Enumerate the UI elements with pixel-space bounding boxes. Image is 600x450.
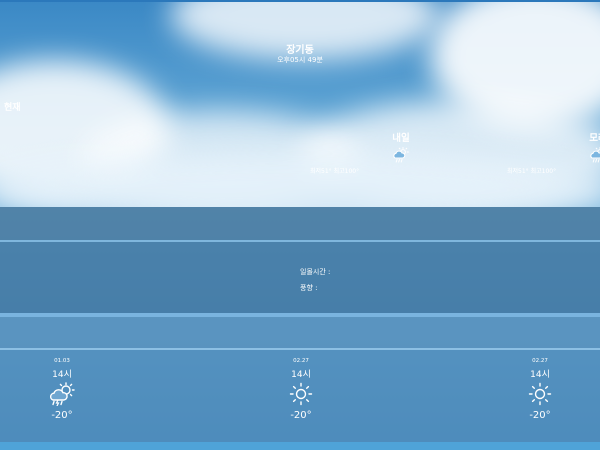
today-label: 현재: [4, 103, 21, 113]
forecast-range: 최저51° 최고100°: [507, 168, 557, 175]
info-band-middle: [0, 317, 600, 348]
hourly-hour: 14시: [52, 370, 72, 380]
forecast-range: 최저51° 최고100°: [310, 168, 360, 175]
hourly-hour: 14시: [291, 370, 311, 380]
cloud-rain-sun-icon: [393, 147, 409, 163]
forecast-tomorrow[interactable]: 내일 최저51° 최고100°: [310, 130, 419, 175]
sunset-time: 일몰시간 :: [300, 268, 331, 276]
info-band-top: [0, 207, 600, 240]
hourly-item[interactable]: 01.03 14시 -20°: [32, 358, 92, 421]
hourly-date: 01.03: [54, 358, 70, 364]
hourly-temp: -20°: [290, 410, 312, 421]
hourly-item[interactable]: 02.27 14시 -20°: [271, 358, 331, 421]
hourly-hour: 14시: [530, 370, 550, 380]
hourly-date: 02.27: [532, 358, 548, 364]
current-time: 오후05시 49분: [277, 56, 323, 64]
forecast-label: 모레: [589, 133, 600, 144]
thunderstorm-icon: [49, 382, 75, 406]
wind-direction: 풍향 :: [300, 284, 318, 292]
details-panel: [0, 242, 600, 313]
bottom-bar: [0, 442, 600, 450]
location-name: 장기동: [286, 45, 314, 56]
cloud-rain-sun-icon: [590, 147, 600, 163]
sun-icon: [289, 382, 313, 406]
hourly-temp: -20°: [529, 410, 551, 421]
sun-icon: [528, 382, 552, 406]
hourly-temp: -20°: [51, 410, 73, 421]
top-bar: [0, 0, 600, 2]
hourly-date: 02.27: [293, 358, 309, 364]
sky-background: [0, 0, 600, 207]
forecast-day-after[interactable]: 모레 최저51° 최고100°: [507, 130, 600, 175]
forecast-label: 내일: [392, 133, 410, 144]
hourly-item[interactable]: 02.27 14시 -20°: [510, 358, 570, 421]
